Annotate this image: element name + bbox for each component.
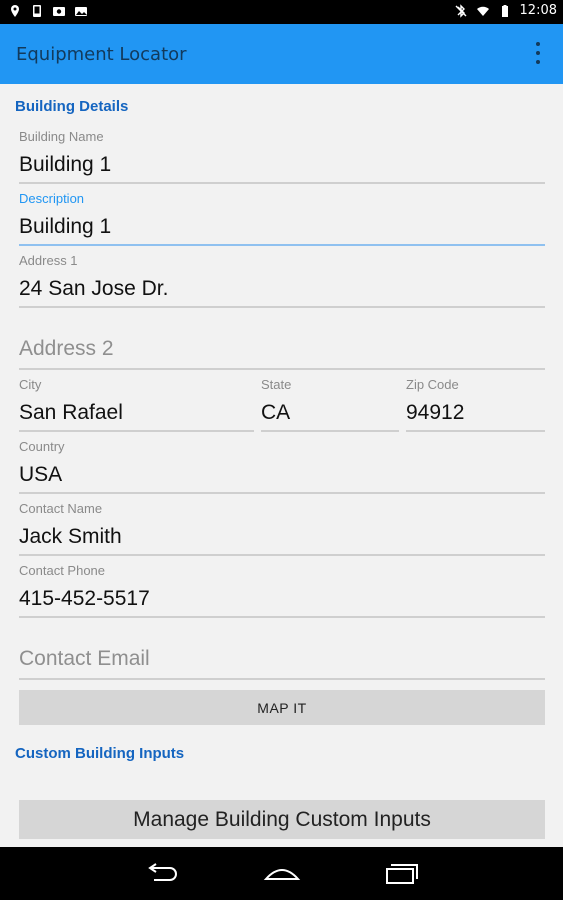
- phone-icon: [33, 5, 41, 17]
- zip-label: Zip Code: [406, 377, 459, 392]
- address2-underline: [19, 368, 545, 370]
- contact-name-underline: [19, 554, 545, 556]
- zip-field: Zip Code: [406, 377, 545, 432]
- description-label: Description: [19, 191, 85, 206]
- address1-label: Address 1: [19, 253, 78, 268]
- address1-input[interactable]: [19, 276, 545, 302]
- building-details-title: Building Details: [15, 98, 129, 115]
- building-name-underline: [19, 182, 545, 184]
- gallery-icon: [75, 7, 87, 16]
- manage-custom-inputs-button[interactable]: Manage Building Custom Inputs: [19, 800, 545, 839]
- city-field: City: [19, 377, 254, 432]
- building-name-input[interactable]: [19, 152, 545, 178]
- address1-underline: [19, 306, 545, 308]
- wifi-icon: [476, 6, 489, 16]
- state-input[interactable]: [261, 400, 399, 426]
- description-field: Description: [19, 191, 545, 246]
- battery-icon: [501, 4, 508, 17]
- description-underline: [19, 244, 545, 246]
- contact-phone-label: Contact Phone: [19, 563, 106, 578]
- address2-field: [19, 332, 545, 370]
- contact-phone-underline: [19, 616, 545, 618]
- location-pin-icon: [11, 5, 19, 17]
- nav-bar: [0, 847, 563, 900]
- contact-email-field: [19, 642, 545, 680]
- city-input[interactable]: [19, 400, 254, 426]
- country-label: Country: [19, 439, 65, 454]
- bluetooth-off-icon: [455, 3, 467, 18]
- home-icon[interactable]: [262, 861, 302, 887]
- city-label: City: [19, 377, 42, 392]
- description-input[interactable]: [19, 214, 545, 240]
- status-bar: 12:08: [0, 0, 563, 24]
- building-name-field: Building Name: [19, 129, 545, 184]
- address2-input[interactable]: [19, 336, 545, 362]
- city-underline: [19, 430, 254, 432]
- status-left-icons: [8, 4, 88, 18]
- map-it-button[interactable]: MAP IT: [19, 690, 545, 725]
- status-right-icons: 12:08: [454, 3, 557, 18]
- status-time: 12:08: [519, 3, 557, 18]
- state-label: State: [261, 377, 292, 392]
- contact-name-input[interactable]: [19, 524, 545, 550]
- app-bar: Equipment Locator: [0, 24, 563, 84]
- app-title: Equipment Locator: [16, 44, 187, 65]
- country-underline: [19, 492, 545, 494]
- state-underline: [261, 430, 399, 432]
- photo-icon: [53, 7, 65, 16]
- zip-underline: [406, 430, 545, 432]
- address1-field: Address 1: [19, 253, 545, 308]
- state-field: State: [261, 377, 399, 432]
- custom-inputs-title: Custom Building Inputs: [15, 745, 185, 762]
- building-name-label: Building Name: [19, 129, 104, 144]
- contact-email-underline: [19, 678, 545, 680]
- contact-email-input[interactable]: [19, 646, 545, 672]
- recents-icon[interactable]: [382, 861, 422, 887]
- more-vert-icon[interactable]: [533, 42, 543, 64]
- country-field: Country: [19, 439, 545, 494]
- contact-phone-field: Contact Phone: [19, 563, 545, 618]
- zip-input[interactable]: [406, 400, 545, 426]
- contact-name-label: Contact Name: [19, 501, 103, 516]
- contact-name-field: Contact Name: [19, 501, 545, 556]
- back-icon[interactable]: [142, 861, 182, 887]
- contact-phone-input[interactable]: [19, 586, 545, 612]
- country-input[interactable]: [19, 462, 545, 488]
